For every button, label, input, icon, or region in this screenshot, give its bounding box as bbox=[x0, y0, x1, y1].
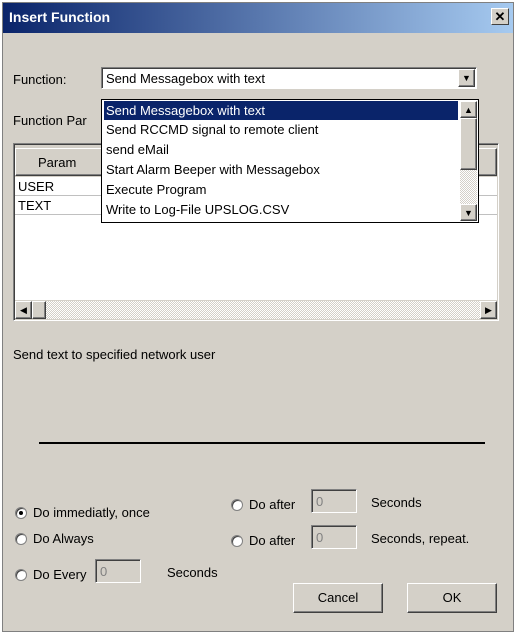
after-seconds-unit: Seconds bbox=[371, 495, 422, 510]
after-repeat-seconds-unit: Seconds, repeat. bbox=[371, 531, 470, 546]
param-column-header-label: Param bbox=[38, 155, 77, 170]
table-empty-area bbox=[15, 215, 497, 300]
scroll-thumb[interactable] bbox=[460, 118, 477, 170]
radio-always[interactable] bbox=[15, 533, 27, 545]
radio-after-repeat-label[interactable]: Do after bbox=[249, 533, 295, 548]
radio-every-label[interactable]: Do Every bbox=[33, 567, 86, 582]
radio-every[interactable] bbox=[15, 569, 27, 581]
param-name: TEXT bbox=[18, 198, 52, 213]
scroll-left-icon[interactable]: ◀ bbox=[15, 301, 32, 319]
function-select-value: Send Messagebox with text bbox=[106, 71, 265, 86]
list-item[interactable]: Start Alarm Beeper with Messagebox bbox=[104, 160, 458, 179]
radio-after[interactable] bbox=[231, 499, 243, 511]
radio-always-label[interactable]: Do Always bbox=[33, 531, 94, 546]
list-item[interactable]: send eMail bbox=[104, 140, 458, 159]
insert-function-dialog: Insert Function ✕ Function: Send Message… bbox=[2, 2, 514, 632]
every-seconds-input[interactable]: 0 bbox=[95, 559, 141, 583]
function-select[interactable]: Send Messagebox with text ▼ bbox=[101, 67, 477, 89]
scroll-down-icon[interactable]: ▼ bbox=[460, 204, 477, 221]
scroll-thumb[interactable] bbox=[32, 301, 46, 319]
scroll-up-icon[interactable]: ▲ bbox=[460, 101, 477, 118]
after-repeat-seconds-input[interactable]: 0 bbox=[311, 525, 357, 549]
after-repeat-seconds-value: 0 bbox=[316, 530, 324, 545]
radio-immediately-label[interactable]: Do immediatly, once bbox=[33, 505, 150, 520]
function-params-label: Function Par bbox=[13, 113, 87, 128]
after-seconds-input[interactable]: 0 bbox=[311, 489, 357, 513]
ok-button[interactable]: OK bbox=[407, 583, 497, 613]
list-item[interactable]: Send RCCMD signal to remote client bbox=[104, 120, 458, 139]
every-seconds-unit: Seconds bbox=[167, 565, 218, 580]
after-seconds-value: 0 bbox=[316, 494, 324, 509]
close-icon: ✕ bbox=[494, 9, 506, 24]
radio-immediately[interactable] bbox=[15, 507, 27, 519]
list-item[interactable]: Write to Log-File UPSLOG.CSV bbox=[104, 200, 458, 219]
title-bar[interactable]: Insert Function ✕ bbox=[3, 3, 513, 33]
radio-after-label[interactable]: Do after bbox=[249, 497, 295, 512]
function-description: Send text to specified network user bbox=[13, 347, 216, 362]
param-name: USER bbox=[18, 179, 55, 194]
divider bbox=[39, 442, 485, 444]
close-button[interactable]: ✕ bbox=[491, 8, 509, 25]
list-item[interactable]: Execute Program bbox=[104, 180, 458, 199]
scroll-right-icon[interactable]: ▶ bbox=[480, 301, 497, 319]
window-title: Insert Function bbox=[9, 9, 111, 25]
function-label: Function: bbox=[13, 72, 67, 87]
cancel-button[interactable]: Cancel bbox=[293, 583, 383, 613]
radio-after-repeat[interactable] bbox=[231, 535, 243, 547]
chevron-down-icon[interactable]: ▼ bbox=[458, 69, 475, 87]
vertical-scrollbar[interactable]: ▲ ▼ bbox=[460, 101, 477, 221]
every-seconds-value: 0 bbox=[100, 564, 108, 579]
function-dropdown-list[interactable]: Send Messagebox with text Send RCCMD sig… bbox=[101, 99, 479, 223]
list-item[interactable]: Send Messagebox with text bbox=[104, 101, 458, 120]
horizontal-scrollbar[interactable]: ◀ ▶ bbox=[15, 301, 497, 319]
